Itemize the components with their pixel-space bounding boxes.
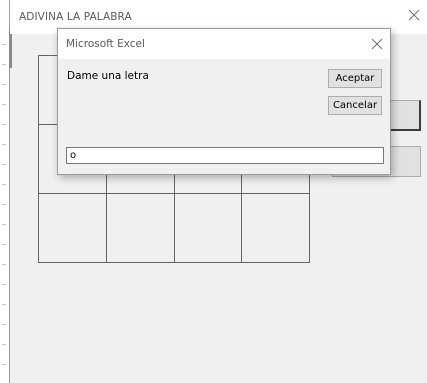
letter-input[interactable]: o <box>66 147 384 164</box>
cancel-button[interactable]: Cancelar <box>328 96 382 115</box>
inputbox-dialog: Microsoft Excel Dame una letra Aceptar C… <box>57 28 391 175</box>
inputbox-title: Microsoft Excel <box>66 38 145 50</box>
row-ruler <box>0 0 9 383</box>
window-edge-shadow <box>9 28 12 68</box>
excel-window: ADIVINA LA PALABRA Microsoft Excel Dame … <box>0 0 427 383</box>
grid-cell <box>241 193 310 263</box>
userform-title: ADIVINA LA PALABRA <box>19 11 132 23</box>
grid-cell <box>38 193 107 263</box>
ok-button[interactable]: Aceptar <box>328 69 382 88</box>
close-icon[interactable] <box>407 7 421 21</box>
inputbox-prompt: Dame una letra <box>67 70 149 82</box>
inputbox-titlebar[interactable]: Microsoft Excel <box>58 29 390 59</box>
grid-cell <box>105 193 175 263</box>
close-icon[interactable] <box>370 36 384 50</box>
grid-cell <box>173 193 243 263</box>
